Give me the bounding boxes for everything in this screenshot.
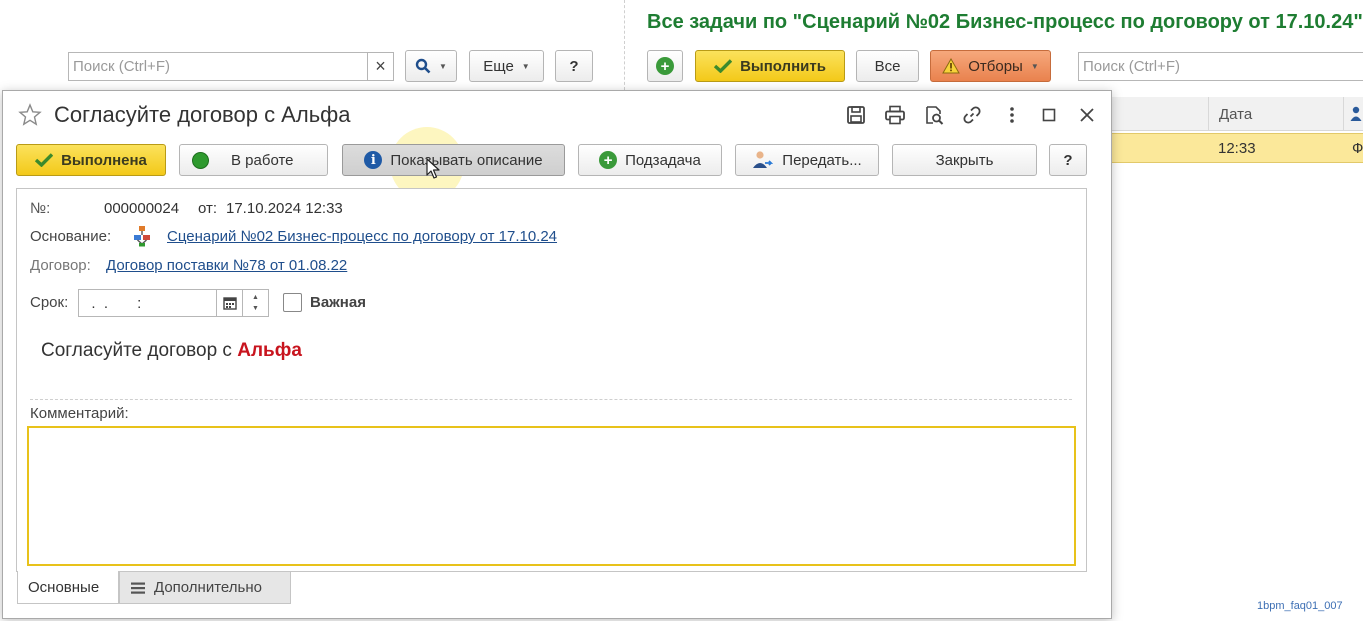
- preview-search-icon[interactable]: [923, 104, 945, 126]
- help-button[interactable]: ?: [1049, 144, 1087, 176]
- watermark: 1bpm_faq01_007: [1257, 600, 1343, 612]
- search-options-button[interactable]: ▼: [405, 50, 457, 82]
- term-label: Срок:: [30, 294, 69, 311]
- transfer-button[interactable]: Передать...: [735, 144, 879, 176]
- term-spinner[interactable]: ▲ ▼: [242, 289, 269, 317]
- counterparty-highlight: Альфа: [237, 340, 302, 361]
- clear-search-button[interactable]: ×: [367, 52, 394, 81]
- checkmark-icon: [714, 59, 733, 73]
- add-task-button[interactable]: +: [647, 50, 683, 82]
- description-divider: [30, 399, 1072, 400]
- search-input-right[interactable]: Поиск (Ctrl+F): [1078, 52, 1363, 81]
- more-vertical-icon[interactable]: [1001, 104, 1023, 126]
- calendar-button[interactable]: [216, 289, 243, 317]
- chevron-down-icon: ▼: [521, 61, 530, 71]
- calendar-icon: [222, 297, 237, 310]
- print-icon[interactable]: [884, 104, 906, 126]
- checkmark-icon: [35, 153, 54, 167]
- favorite-star-icon[interactable]: [18, 103, 44, 129]
- term-date-input[interactable]: . . :: [78, 289, 217, 317]
- important-label: Важная: [310, 294, 366, 311]
- cell-next: Ф: [1352, 140, 1363, 157]
- all-button[interactable]: Все: [856, 50, 919, 82]
- warning-icon: [942, 58, 961, 74]
- table-row[interactable]: 12:33 Ф: [1112, 133, 1363, 163]
- more-button[interactable]: Еще ▼: [469, 50, 544, 82]
- tab-additional[interactable]: Дополнительно: [119, 571, 291, 604]
- user-transfer-icon: [753, 151, 774, 168]
- important-checkbox[interactable]: [283, 293, 302, 312]
- status-green-icon: [192, 151, 209, 169]
- chevron-up-icon[interactable]: ▲: [252, 292, 259, 303]
- save-icon[interactable]: [845, 104, 867, 126]
- close-icon[interactable]: [1076, 104, 1098, 126]
- number-label: №:: [30, 200, 51, 217]
- plus-icon: +: [656, 57, 674, 75]
- chevron-down-icon: ▼: [439, 61, 447, 71]
- form-title: Согласуйте договор с Альфа: [54, 102, 351, 127]
- filters-button[interactable]: Отборы ▼: [930, 50, 1051, 82]
- basis-link[interactable]: Сценарий №02 Бизнес-процесс по договору …: [167, 228, 557, 245]
- tab-main[interactable]: Основные: [17, 571, 119, 604]
- execute-button[interactable]: Выполнить: [695, 50, 845, 82]
- plus-icon: +: [599, 151, 618, 169]
- maximize-icon[interactable]: [1038, 104, 1060, 126]
- column-header-date[interactable]: Дата: [1208, 97, 1343, 131]
- panel-divider: [624, 0, 625, 90]
- info-icon: i: [364, 151, 383, 169]
- from-label: от:: [198, 200, 218, 217]
- comment-textarea[interactable]: [27, 426, 1076, 566]
- list-icon: [131, 582, 145, 594]
- cell-time: 12:33: [1218, 140, 1256, 157]
- help-button-left[interactable]: ?: [555, 50, 593, 82]
- close-button[interactable]: Закрыть: [892, 144, 1037, 176]
- subtask-button[interactable]: + Подзадача: [578, 144, 722, 176]
- in-work-button[interactable]: В работе: [179, 144, 328, 176]
- comment-label: Комментарий:: [30, 405, 129, 422]
- business-process-icon: [132, 225, 152, 247]
- mouse-cursor-icon: [426, 158, 440, 179]
- close-icon: ×: [375, 56, 386, 76]
- search-input-left[interactable]: Поиск (Ctrl+F): [68, 52, 368, 81]
- list-title: Все задачи по "Сценарий №02 Бизнес-проце…: [647, 11, 1363, 33]
- chevron-down-icon[interactable]: ▼: [252, 303, 259, 314]
- show-description-button[interactable]: i Показывать описание: [342, 144, 565, 176]
- contract-label: Договор:: [30, 257, 91, 274]
- contract-link[interactable]: Договор поставки №78 от 01.08.22: [106, 257, 347, 274]
- link-icon[interactable]: [961, 104, 983, 126]
- basis-label: Основание:: [30, 228, 112, 245]
- number-value: 000000024: [104, 200, 180, 217]
- search-icon: [415, 58, 431, 74]
- done-button[interactable]: Выполнена: [16, 144, 166, 176]
- column-header-person[interactable]: [1343, 97, 1363, 131]
- from-value: 17.10.2024 12:33: [226, 200, 343, 217]
- person-icon: [1350, 106, 1362, 121]
- chevron-down-icon: ▼: [1030, 61, 1039, 71]
- task-description: Согласуйте договор с Альфа: [41, 340, 302, 361]
